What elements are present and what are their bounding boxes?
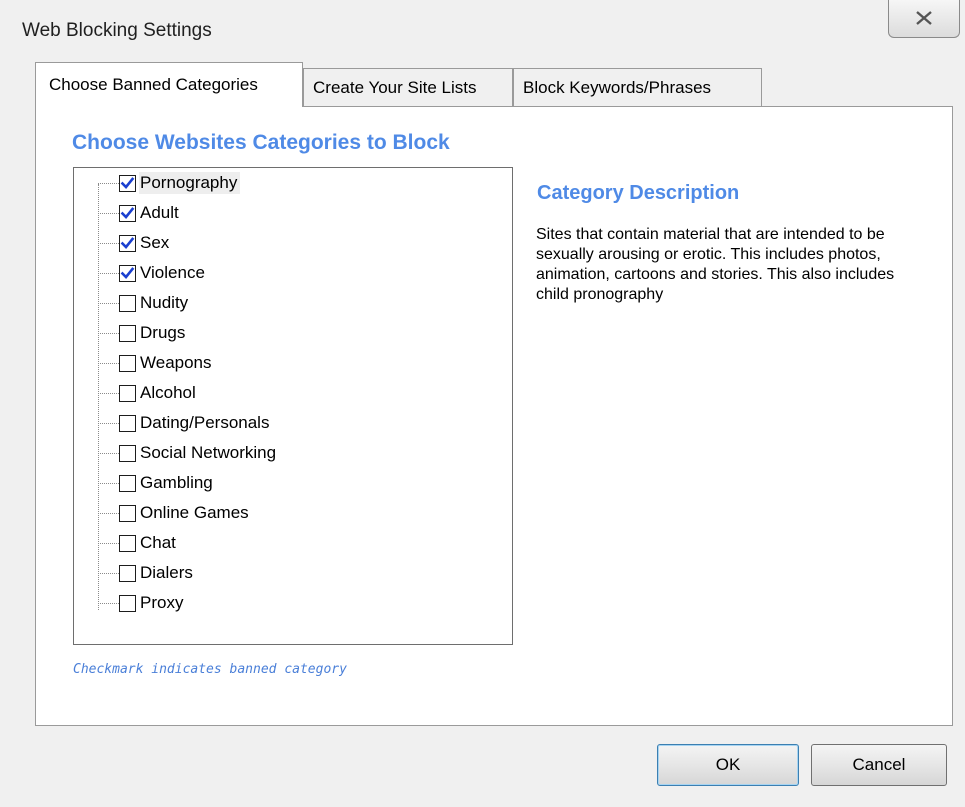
tree-connector	[98, 212, 119, 214]
category-item[interactable]: Online Games	[98, 500, 252, 526]
category-label: Sex	[140, 233, 170, 252]
category-checkbox[interactable]	[119, 564, 136, 582]
category-checkbox[interactable]	[119, 204, 136, 222]
banned-category-footnote: Checkmark indicates banned category	[73, 662, 347, 677]
category-checkbox[interactable]	[119, 474, 136, 492]
category-checkbox[interactable]	[119, 294, 136, 312]
tree-connector	[98, 182, 119, 184]
tab-create-your-site-lists[interactable]: Create Your Site Lists	[303, 68, 513, 106]
tree-connector	[98, 482, 119, 484]
category-item[interactable]: Adult	[98, 200, 182, 226]
window-title: Web Blocking Settings	[22, 20, 212, 41]
category-tree[interactable]: Pornography Adult Sex Violence Nudity Drugs We…	[73, 167, 513, 645]
checkmark-icon	[120, 176, 135, 189]
tab-choose-banned-categories[interactable]: Choose Banned Categories	[35, 62, 303, 107]
close-button[interactable]	[888, 0, 960, 38]
tab-panel: Choose Websites Categories to Block Porn…	[35, 106, 953, 726]
category-label: Chat	[140, 533, 176, 552]
tree-connector	[98, 272, 119, 274]
category-item[interactable]: Pornography	[98, 170, 241, 196]
tree-connector	[98, 302, 119, 304]
category-item[interactable]: Dialers	[98, 560, 196, 586]
category-label: Dialers	[140, 563, 193, 582]
category-item[interactable]: Sex	[98, 230, 172, 256]
ok-button[interactable]: OK	[657, 744, 799, 786]
category-item[interactable]: Violence	[98, 260, 208, 286]
category-checkbox[interactable]	[119, 354, 136, 372]
category-label: Social Networking	[140, 443, 277, 462]
category-item[interactable]: Alcohol	[98, 380, 199, 406]
tree-connector	[98, 542, 119, 544]
category-label: Adult	[140, 203, 179, 222]
category-label: Pornography	[139, 172, 241, 194]
category-item[interactable]: Dating/Personals	[98, 410, 272, 436]
category-label: Online Games	[140, 503, 249, 522]
category-item[interactable]: Nudity	[98, 290, 191, 316]
category-label: Alcohol	[140, 383, 196, 402]
category-checkbox[interactable]	[119, 234, 136, 252]
tab-block-keywords-phrases[interactable]: Block Keywords/Phrases	[513, 68, 762, 106]
category-checkbox[interactable]	[119, 384, 136, 402]
category-item[interactable]: Weapons	[98, 350, 215, 376]
category-checkbox[interactable]	[119, 414, 136, 432]
close-icon	[916, 11, 932, 25]
category-label: Gambling	[140, 473, 213, 492]
category-checkbox[interactable]	[119, 534, 136, 552]
category-item[interactable]: Chat	[98, 530, 179, 556]
category-label: Nudity	[140, 293, 189, 312]
cancel-button[interactable]: Cancel	[811, 744, 947, 786]
category-label: Violence	[140, 263, 205, 282]
web-blocking-settings-dialog: Web Blocking Settings Choose Banned Cate…	[0, 0, 965, 807]
tree-connector	[98, 332, 119, 334]
tree-connector	[98, 392, 119, 394]
category-checkbox[interactable]	[119, 174, 136, 192]
category-description-title: Category Description	[537, 182, 740, 204]
panel-heading: Choose Websites Categories to Block	[72, 131, 450, 154]
checkmark-icon	[120, 236, 135, 249]
category-label: Drugs	[140, 323, 186, 342]
tree-connector	[98, 362, 119, 364]
category-item[interactable]: Social Networking	[98, 440, 279, 466]
tree-connector	[98, 452, 119, 454]
category-item[interactable]: Proxy	[98, 590, 186, 616]
category-description-text: Sites that contain material that are int…	[536, 226, 895, 303]
tree-connector	[98, 572, 119, 574]
category-checkbox[interactable]	[119, 264, 136, 282]
category-item[interactable]: Gambling	[98, 470, 216, 496]
category-label: Proxy	[140, 593, 184, 612]
tree-connector	[98, 242, 119, 244]
tree-connector	[98, 512, 119, 514]
tree-connector	[98, 602, 119, 604]
category-item[interactable]: Drugs	[98, 320, 188, 346]
category-checkbox[interactable]	[119, 324, 136, 342]
title-bar: Web Blocking Settings	[0, 0, 965, 62]
tree-connector	[98, 422, 119, 424]
checkmark-icon	[120, 206, 135, 219]
category-checkbox[interactable]	[119, 504, 136, 522]
category-checkbox[interactable]	[119, 444, 136, 462]
category-label: Dating/Personals	[140, 413, 270, 432]
category-checkbox[interactable]	[119, 594, 136, 612]
checkmark-icon	[120, 266, 135, 279]
category-label: Weapons	[140, 353, 212, 372]
